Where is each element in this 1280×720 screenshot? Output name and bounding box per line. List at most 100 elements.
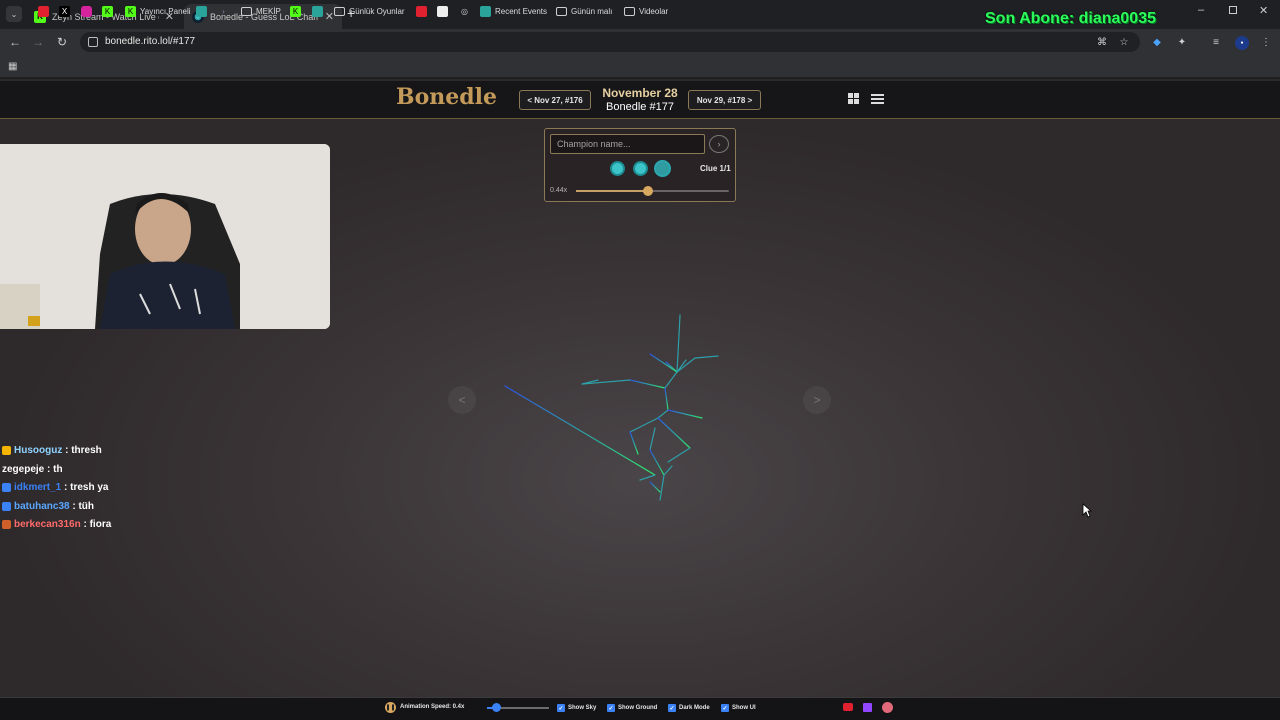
clue-dot-2[interactable] <box>633 161 648 176</box>
show-ground-label: Show Ground <box>618 705 658 711</box>
chat-message: berkecan316n : fiora <box>2 519 111 530</box>
bookmark-star-icon[interactable]: ☆ <box>1118 36 1130 48</box>
chat-message: Husooguz : thresh <box>2 445 102 456</box>
reload-icon[interactable]: ↻ <box>54 34 70 50</box>
chat-text: : th <box>44 464 63 475</box>
next-day-button[interactable]: Nov 29, #178 > <box>688 90 761 110</box>
bookmark-label: MEKİP <box>256 7 281 16</box>
minimize-icon[interactable]: – <box>1198 4 1204 16</box>
bookmark-item[interactable]: K <box>102 4 117 19</box>
show-sky-toggle[interactable]: ✓ Show Sky <box>557 704 596 712</box>
bookmark-item[interactable] <box>437 4 452 19</box>
media-icon[interactable]: ≡ <box>1210 36 1222 48</box>
bookmark-item[interactable] <box>81 4 96 19</box>
chat-username[interactable]: zegepeje <box>2 464 44 475</box>
extension-icon[interactable]: ◆ <box>1151 36 1163 48</box>
bookmark-label: Recent Events <box>495 7 548 16</box>
bookmark-item[interactable]: Günlük Oyunlar <box>334 4 405 19</box>
chat-badge-icon <box>2 483 11 492</box>
bookmark-item[interactable]: › <box>218 4 233 19</box>
kick-icon: K <box>125 6 136 17</box>
clue-counter: Clue 1/1 <box>700 164 731 173</box>
app-icon <box>480 6 491 17</box>
menu-icon[interactable]: ⋮ <box>1260 36 1272 48</box>
chat-text: : fiora <box>80 519 112 530</box>
bookmark-label: Günlük Oyunlar <box>349 7 405 16</box>
chat-username[interactable]: idkmert_1 <box>14 482 61 493</box>
prev-day-button[interactable]: < Nov 27, #176 <box>519 90 591 110</box>
x-icon: X <box>59 6 70 17</box>
bookmark-item[interactable] <box>416 4 431 19</box>
patreon-icon[interactable] <box>882 702 893 713</box>
chat-username[interactable]: Husooguz <box>14 445 62 456</box>
site-logo[interactable]: Bonedle <box>396 84 497 110</box>
translate-icon[interactable]: ⌘ <box>1096 36 1108 48</box>
bookmark-item[interactable] <box>196 4 211 19</box>
bookmark-item[interactable]: X <box>59 4 74 19</box>
prev-view-button[interactable]: < <box>448 386 476 414</box>
bookmark-label: Yayıncı Paneli <box>140 7 191 16</box>
bookmark-item[interactable]: K <box>290 4 305 19</box>
champion-name-input[interactable] <box>550 134 705 154</box>
close-window-icon[interactable]: ✕ <box>1259 4 1268 17</box>
bookmark-item[interactable]: Recent Events <box>480 4 547 19</box>
youtube-icon <box>416 6 427 17</box>
bookmarks-bar <box>0 55 1280 78</box>
chat-message: zegepeje : th <box>2 464 63 475</box>
bookmark-item[interactable] <box>38 4 53 19</box>
mouse-cursor-icon <box>1082 503 1092 518</box>
speed-label: 0.44x <box>550 187 568 194</box>
chat-badge-icon <box>2 446 11 455</box>
date-title: November 28 <box>602 86 678 100</box>
submit-guess-button[interactable]: › <box>709 135 729 153</box>
chat-message: idkmert_1 : tresh ya <box>2 482 109 493</box>
bookmark-label: Videolar <box>639 7 669 16</box>
pause-icon[interactable]: ❚❚ <box>385 702 396 713</box>
youtube-icon[interactable] <box>843 703 853 711</box>
last-subscriber-overlay: Son Abone: diana0035 <box>985 10 1156 27</box>
app-icon <box>196 6 207 17</box>
chat-username[interactable]: berkecan316n <box>14 519 81 530</box>
kick-icon: K <box>102 6 113 17</box>
bookmark-label: Günün malı <box>571 7 613 16</box>
bookmark-item[interactable]: ◎ <box>459 4 474 19</box>
animation-speed-slider-thumb[interactable] <box>492 703 501 712</box>
webcam-feed <box>0 144 330 329</box>
checkbox-icon: ✓ <box>721 704 729 712</box>
twitch-icon[interactable] <box>863 703 872 712</box>
back-icon[interactable]: ← <box>7 34 23 50</box>
puzzle-icon[interactable]: ✦ <box>1176 36 1188 48</box>
bookmark-item[interactable]: K Yayıncı Paneli <box>125 4 191 19</box>
folder-icon <box>241 7 252 16</box>
site-info-icon[interactable] <box>88 37 98 47</box>
address-bar[interactable] <box>80 32 1140 52</box>
restore-icon[interactable] <box>1229 6 1237 14</box>
bookmark-item[interactable]: MEKİP <box>241 4 281 19</box>
bookmark-item[interactable]: Günün malı <box>556 4 612 19</box>
chat-username[interactable]: batuhanc38 <box>14 501 70 512</box>
url-text[interactable]: bonedle.rito.lol/#177 <box>105 36 195 47</box>
avatar[interactable]: ● <box>1235 36 1249 50</box>
folder-icon <box>624 7 635 16</box>
chat-badge-icon <box>2 502 11 511</box>
next-view-button[interactable]: > <box>803 386 831 414</box>
speed-slider-thumb[interactable] <box>642 186 653 196</box>
kick-icon: K <box>290 6 301 17</box>
chat-badge-icon <box>2 520 11 529</box>
show-ground-toggle[interactable]: ✓ Show Ground <box>607 704 657 712</box>
tab-search-button[interactable]: ⌄ <box>6 6 22 22</box>
terminal-icon: › <box>222 7 225 16</box>
show-ui-toggle[interactable]: ✓ Show UI <box>721 704 756 712</box>
clue-dot-1[interactable] <box>610 161 625 176</box>
globe-icon: ◎ <box>461 7 468 16</box>
apps-grid-icon[interactable]: ▦ <box>8 61 17 72</box>
clue-dot-3[interactable] <box>654 160 671 177</box>
chat-text: : thresh <box>62 445 102 456</box>
grid-view-icon[interactable] <box>848 93 859 104</box>
bookmark-item[interactable] <box>312 4 327 19</box>
hamburger-menu-icon[interactable] <box>871 94 884 104</box>
forward-icon[interactable]: → <box>30 34 46 50</box>
bookmark-item[interactable]: Videolar <box>624 4 668 19</box>
youtube-icon <box>38 6 49 17</box>
dark-mode-toggle[interactable]: ✓ Dark Mode <box>668 704 710 712</box>
